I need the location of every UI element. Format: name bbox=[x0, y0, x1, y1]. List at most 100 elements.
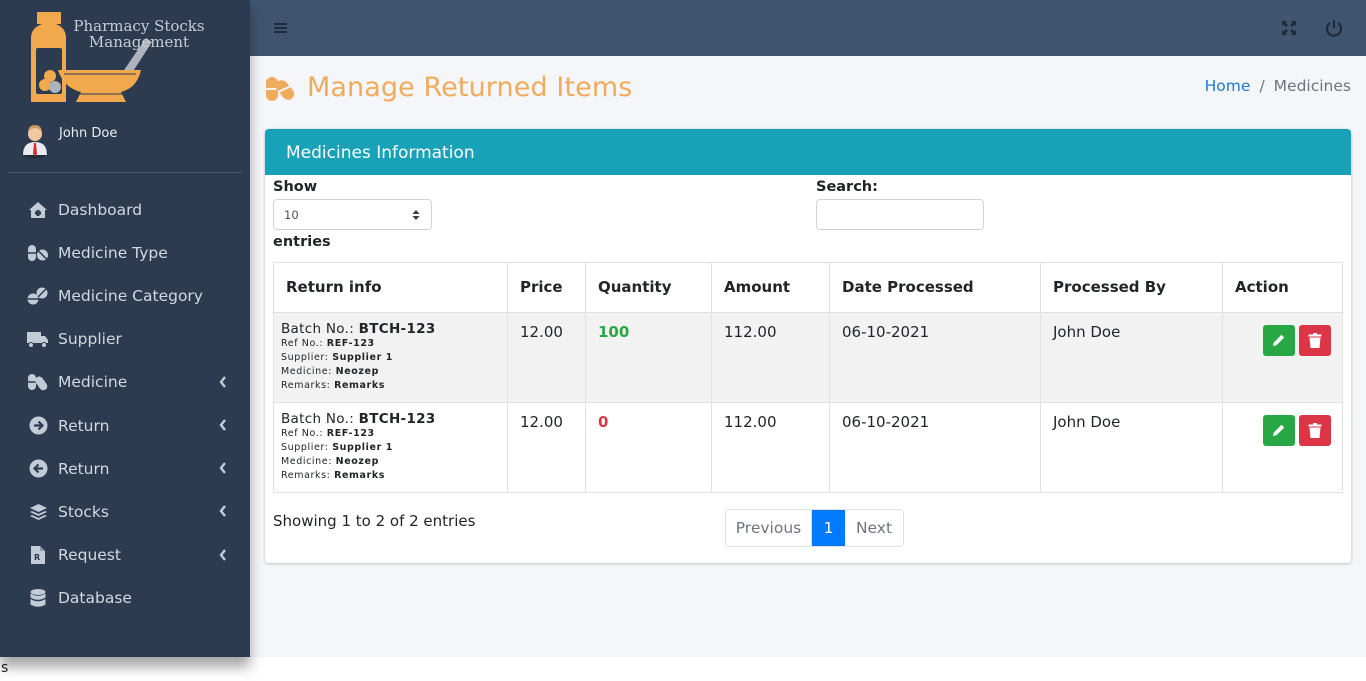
arrow-circle-right-icon bbox=[27, 416, 49, 436]
pagination-page-current[interactable]: 1 bbox=[812, 510, 845, 546]
sidebar-divider bbox=[8, 172, 242, 173]
pills-icon bbox=[27, 243, 49, 263]
sidebar-item-return-out[interactable]: Return bbox=[0, 404, 250, 447]
avatar bbox=[22, 125, 48, 158]
truck-icon bbox=[27, 329, 49, 349]
sidebar-item-label: Return bbox=[58, 459, 110, 478]
card-title: Medicines Information bbox=[265, 129, 1351, 175]
chevron-left-icon bbox=[219, 548, 226, 561]
action-cell bbox=[1222, 312, 1343, 403]
sidebar-item-supplier[interactable]: Supplier bbox=[0, 318, 250, 361]
sidebar-item-request[interactable]: R Request bbox=[0, 534, 250, 577]
table-row: Batch No.: BTCH-123 Ref No.: REF-123 Sup… bbox=[273, 402, 1343, 493]
table-info: Showing 1 to 2 of 2 entries bbox=[273, 512, 476, 530]
edit-button[interactable] bbox=[1263, 325, 1295, 356]
brand-title: Pharmacy Stocks Management bbox=[73, 17, 205, 51]
table-row: Batch No.: BTCH-123 Ref No.: REF-123 Sup… bbox=[273, 312, 1343, 403]
pencil-icon bbox=[1273, 334, 1285, 346]
entries-length-select[interactable]: 10 bbox=[273, 199, 432, 230]
user-name: John Doe bbox=[59, 126, 118, 141]
ref-number: REF-123 bbox=[326, 428, 375, 439]
chevron-left-icon bbox=[219, 376, 226, 388]
medicine-name: Neozep bbox=[335, 366, 379, 377]
sidebar-item-medicine[interactable]: Medicine bbox=[0, 361, 250, 404]
pagination-next[interactable]: Next bbox=[845, 510, 903, 546]
amount-cell: 112.00 bbox=[711, 312, 830, 403]
sidebar-item-medicine-type[interactable]: Medicine Type bbox=[0, 231, 250, 274]
hamburger-icon[interactable] bbox=[273, 19, 289, 37]
medicine-name: Neozep bbox=[335, 456, 379, 467]
brand-logo[interactable]: Pharmacy Stocks Management bbox=[24, 10, 224, 110]
amount-cell: 112.00 bbox=[711, 402, 830, 493]
sidebar-item-label: Dashboard bbox=[58, 200, 143, 219]
processed-by-cell: John Doe bbox=[1040, 312, 1223, 403]
tablets-icon bbox=[27, 286, 49, 306]
sidebar-item-database[interactable]: Database bbox=[0, 577, 250, 620]
column-header[interactable]: Quantity bbox=[585, 262, 712, 313]
quantity-value: 0 bbox=[598, 413, 609, 431]
expand-icon[interactable] bbox=[1279, 18, 1299, 38]
select-sort-icon bbox=[412, 210, 420, 220]
column-header[interactable]: Return info bbox=[273, 262, 508, 313]
column-header[interactable]: Processed By bbox=[1040, 262, 1223, 313]
pagination-previous[interactable]: Previous bbox=[726, 510, 812, 546]
sidebar-item-label: Request bbox=[58, 546, 121, 565]
entries-length-value: 10 bbox=[284, 208, 299, 222]
return-info-cell: Batch No.: BTCH-123 Ref No.: REF-123 Sup… bbox=[273, 312, 508, 403]
sidebar-item-label: Medicine Category bbox=[58, 286, 203, 305]
trash-icon bbox=[1308, 333, 1322, 348]
edit-button[interactable] bbox=[1263, 415, 1295, 446]
breadcrumb-home-link[interactable]: Home bbox=[1205, 77, 1251, 95]
arrow-circle-left-icon bbox=[27, 459, 49, 479]
capsules-icon bbox=[266, 76, 295, 101]
search-label: Search: bbox=[816, 179, 878, 195]
quantity-cell: 100 bbox=[585, 312, 712, 403]
sidebar-item-label: Medicine Type bbox=[58, 243, 168, 262]
price-cell: 12.00 bbox=[507, 402, 586, 493]
column-header[interactable]: Amount bbox=[711, 262, 830, 313]
top-navbar bbox=[250, 0, 1366, 56]
quantity-value: 100 bbox=[598, 323, 630, 341]
sidebar-item-stocks[interactable]: Stocks bbox=[0, 490, 250, 533]
sidebar-item-medicine-category[interactable]: Medicine Category bbox=[0, 274, 250, 317]
clinic-home-icon bbox=[27, 200, 49, 220]
sidebar-item-dashboard[interactable]: Dashboard bbox=[0, 188, 250, 231]
stray-text: s bbox=[1, 660, 9, 676]
breadcrumb-separator: / bbox=[1259, 77, 1265, 95]
prescription-file-icon: R bbox=[27, 545, 49, 565]
column-header[interactable]: Date Processed bbox=[829, 262, 1041, 313]
capsules-icon bbox=[27, 372, 49, 392]
supplier-name: Supplier 1 bbox=[332, 352, 393, 363]
sidebar-item-return-in[interactable]: Return bbox=[0, 447, 250, 490]
price-cell: 12.00 bbox=[507, 312, 586, 403]
column-header[interactable]: Action bbox=[1222, 262, 1343, 313]
date-cell: 06-10-2021 bbox=[829, 312, 1041, 403]
svg-text:R: R bbox=[34, 553, 40, 562]
database-icon bbox=[27, 588, 49, 608]
table-header-row: Return info Price Quantity Amount Date P… bbox=[273, 262, 1343, 313]
sidebar-item-label: Medicine bbox=[58, 373, 128, 392]
action-cell bbox=[1222, 402, 1343, 493]
quantity-cell: 0 bbox=[585, 402, 712, 493]
medicines-card: Medicines Information Show 10 entries Se… bbox=[265, 129, 1351, 563]
breadcrumb: Home / Medicines bbox=[1205, 77, 1351, 95]
sidebar-item-label: Supplier bbox=[58, 330, 122, 349]
length-label-show: Show bbox=[273, 179, 318, 195]
length-label-entries: entries bbox=[273, 234, 331, 250]
processed-by-cell: John Doe bbox=[1040, 402, 1223, 493]
power-icon[interactable] bbox=[1324, 18, 1344, 38]
delete-button[interactable] bbox=[1299, 325, 1331, 356]
chevron-left-icon bbox=[219, 419, 226, 431]
column-header[interactable]: Price bbox=[507, 262, 586, 313]
trash-icon bbox=[1308, 423, 1322, 438]
delete-button[interactable] bbox=[1299, 415, 1331, 446]
batch-number: BTCH-123 bbox=[358, 411, 436, 427]
breadcrumb-current: Medicines bbox=[1273, 77, 1351, 95]
search-input[interactable] bbox=[816, 199, 984, 230]
remarks: Remarks bbox=[334, 380, 386, 391]
sidebar-item-label: Return bbox=[58, 416, 110, 435]
user-panel[interactable]: John Doe bbox=[20, 122, 117, 162]
supplier-name: Supplier 1 bbox=[332, 442, 393, 453]
return-info-cell: Batch No.: BTCH-123 Ref No.: REF-123 Sup… bbox=[273, 402, 508, 493]
sidebar-item-label: Stocks bbox=[58, 502, 109, 521]
